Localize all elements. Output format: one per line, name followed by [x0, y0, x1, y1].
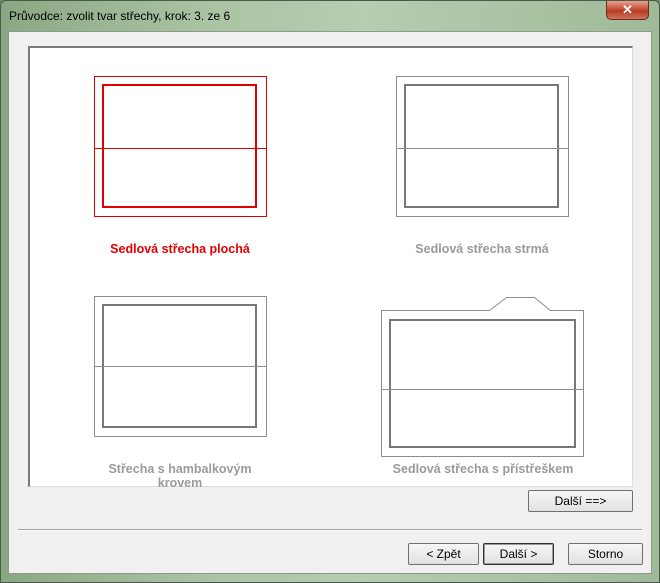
steep-gable-roof-icon [396, 76, 569, 217]
flat-gable-roof-icon [94, 76, 267, 217]
option-steep-gable-roof[interactable]: Sedlová střecha strmá [392, 72, 572, 262]
option-collar-beam-roof[interactable]: Střecha s hambalkovým krovem [90, 292, 270, 490]
option-flat-gable-roof[interactable]: Sedlová střecha plochá [90, 72, 270, 262]
next-button[interactable]: Další > [483, 543, 554, 565]
back-button[interactable]: < Zpět [408, 543, 479, 565]
collar-beam-roof-icon [94, 296, 267, 437]
roof-shape-panel: Sedlová střecha plochá Sedlová střecha s… [28, 46, 633, 490]
dialog-client-area: Sedlová střecha plochá Sedlová střecha s… [8, 31, 652, 574]
separator [18, 529, 642, 531]
gable-roof-with-canopy-icon [381, 297, 584, 457]
option-label: Sedlová střecha s přístřeškem [392, 462, 574, 476]
close-button[interactable]: ✕ [606, 1, 649, 20]
close-icon: ✕ [622, 2, 633, 17]
next-page-button[interactable]: Další ==> [528, 490, 633, 512]
option-label: Sedlová střecha strmá [415, 242, 549, 256]
option-gable-roof-with-canopy[interactable]: Sedlová střecha s přístřeškem [377, 282, 589, 482]
option-label: Sedlová střecha plochá [110, 242, 250, 256]
cancel-button[interactable]: Storno [568, 543, 643, 565]
wizard-window: Průvodce: zvolit tvar střechy, krok: 3. … [0, 0, 660, 583]
title-bar[interactable]: Průvodce: zvolit tvar střechy, krok: 3. … [1, 1, 659, 31]
option-label: Střecha s hambalkovým krovem [108, 462, 252, 490]
window-title: Průvodce: zvolit tvar střechy, krok: 3. … [9, 9, 231, 23]
